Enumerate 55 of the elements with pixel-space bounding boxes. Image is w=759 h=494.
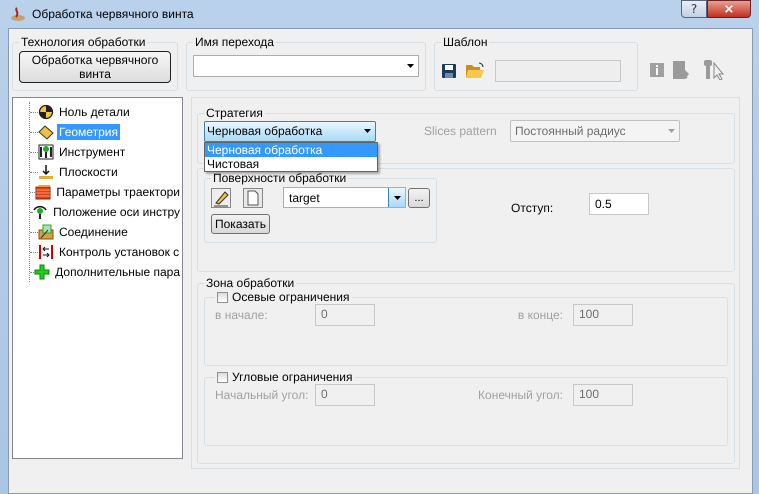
group-label: Зона обработки [205,276,296,290]
group-label: Технология обработки [20,35,146,49]
folder-icon[interactable] [465,62,485,79]
browse-button[interactable]: ... [408,188,430,208]
pencil-icon[interactable] [211,188,231,208]
document-icon[interactable] [243,188,263,208]
tree-item[interactable]: Положение оси инстру [51,204,182,220]
field-label: в конце: [518,308,563,322]
field-label: Начальный угол: [215,388,310,402]
plus-icon [34,264,50,280]
tree-item[interactable]: Соединение [57,224,130,240]
tool-rotate-icon [32,204,48,220]
window-title: Обработка червячного винта [32,7,194,21]
field-label: Slices pattern [424,124,498,138]
checkbox[interactable] [217,372,228,382]
diamond-icon [38,124,54,140]
offset-field[interactable]: 0.5 [589,193,649,215]
checkbox[interactable] [217,292,228,302]
layers-icon [35,184,52,200]
caret-icon [364,129,371,133]
arrow-down-icon [38,164,54,180]
group-label: Имя перехода [194,35,275,49]
tree-item[interactable]: Параметры траектори [54,184,182,200]
close-button[interactable]: × [707,0,751,18]
tree-item[interactable]: Контроль установок с [57,244,182,260]
app-icon [10,6,26,22]
checkbox-label[interactable]: Осевые ограничения [232,290,350,304]
field-label: Отступ: [511,201,554,215]
tree-item[interactable]: Ноль детали [57,104,132,120]
name-combo[interactable] [193,55,419,77]
tree-item[interactable]: Инструмент [57,144,128,160]
field-label: в начале: [215,308,269,322]
surface-combo[interactable]: target [283,187,406,208]
technology-button[interactable]: Обработка червячного винта [19,51,171,83]
tree-item[interactable]: Плоскости [57,164,120,180]
group-label: Шаблон [442,35,488,49]
help-button[interactable]: ? [681,0,707,18]
tree-item[interactable]: Дополнительные пара [53,264,182,280]
save-icon[interactable] [441,62,457,78]
show-button[interactable]: Показать [211,214,270,234]
info-icon[interactable] [650,63,664,77]
checkbox-label[interactable]: Угловые ограничения [232,370,352,384]
group-label: Стратегия [205,106,264,120]
caret-icon [394,196,400,200]
caret-icon [407,64,414,68]
combo-value: Черновая обработка [207,124,322,138]
target-icon [38,104,54,120]
arrows-icon [38,244,54,260]
template-field[interactable] [495,60,621,82]
caret-icon [668,129,675,133]
tool-icon [38,144,54,160]
group-label: Поверхности обработки [212,171,348,185]
folders-icon [38,224,54,240]
dropdown-option[interactable]: Чистовая [205,156,377,170]
field-label: Конечный угол: [478,388,563,402]
